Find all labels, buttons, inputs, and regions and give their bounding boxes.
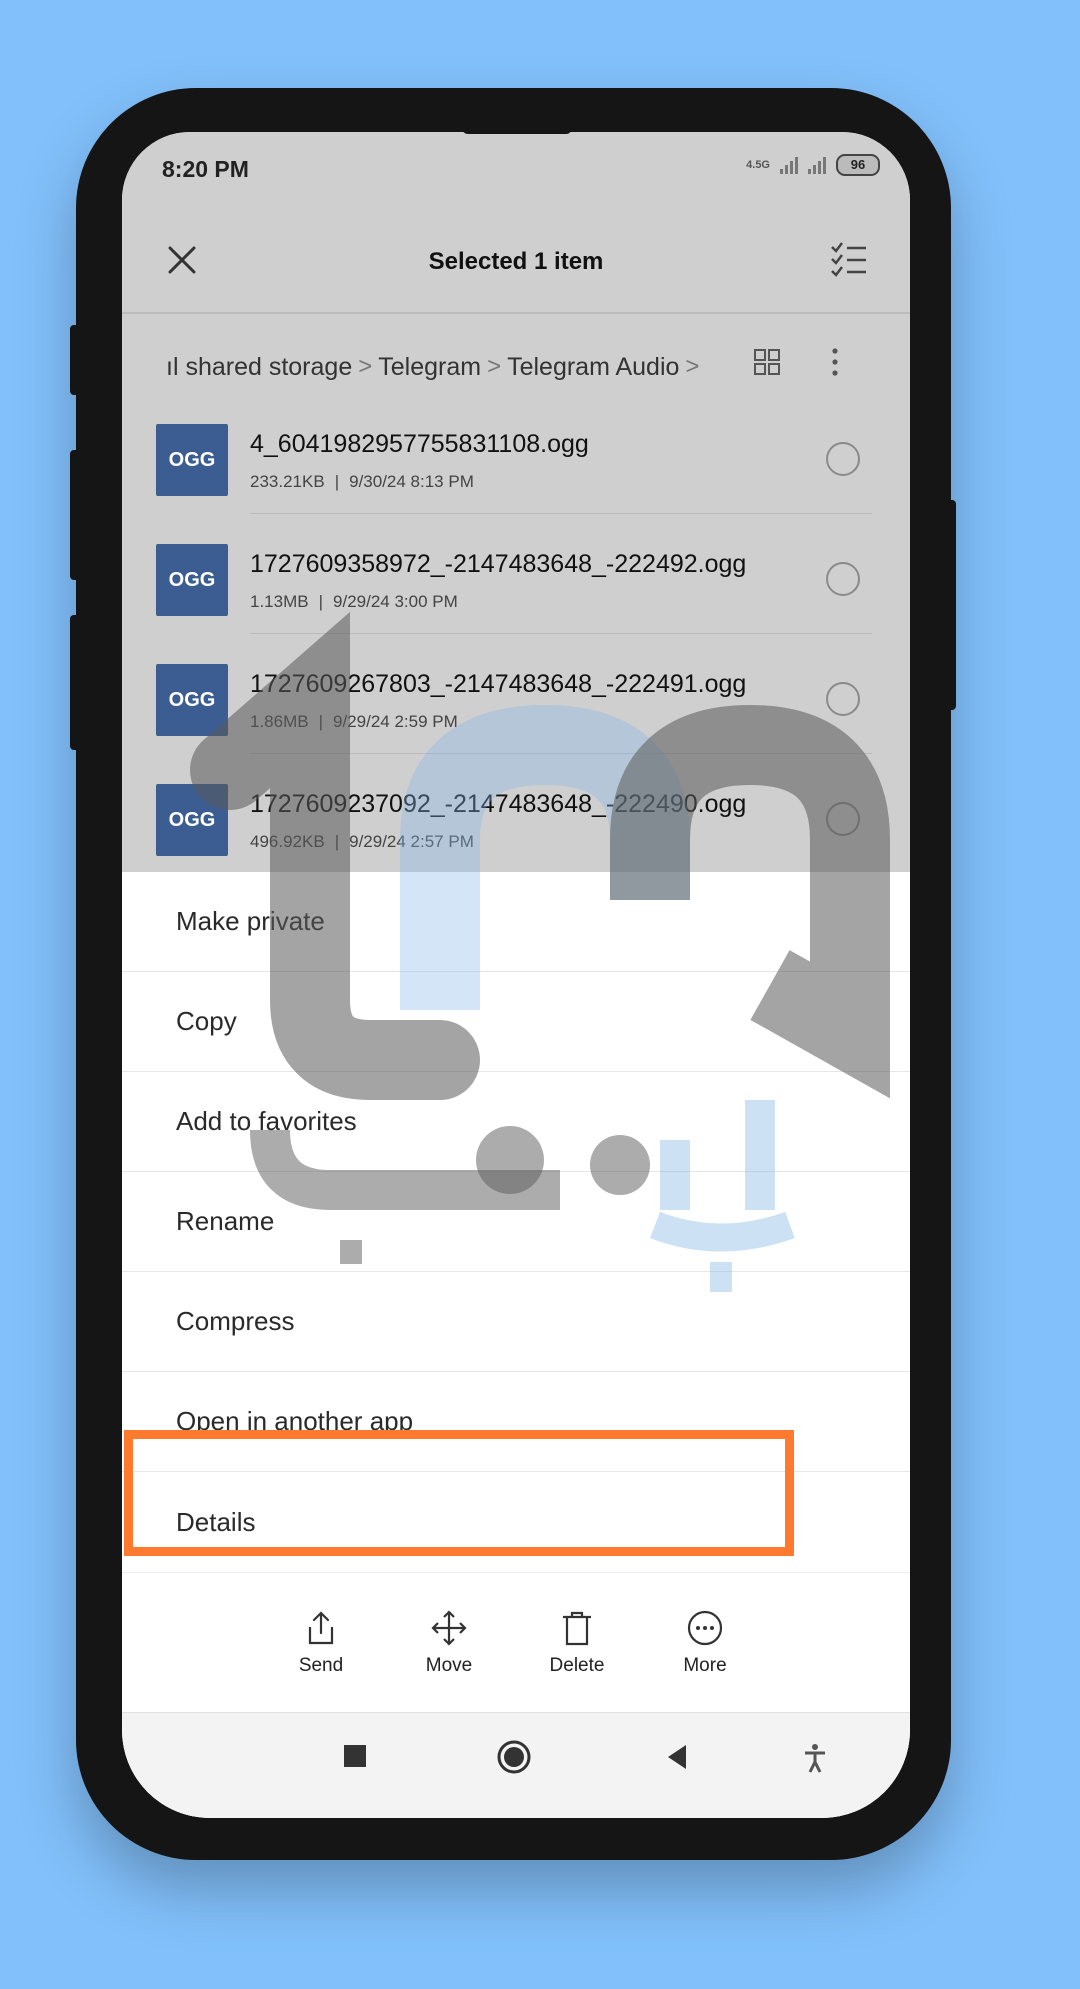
bottom-action-bar: Send Move Delete More [122, 1572, 910, 1713]
breadcrumb: ıl shared storage > Telegram > Telegram … [166, 342, 726, 392]
square-icon [344, 1745, 366, 1767]
move-button[interactable]: Move [394, 1609, 504, 1677]
system-navigation-bar [122, 1712, 910, 1818]
file-size: 496.92KB [250, 832, 325, 851]
menu-item-rename[interactable]: Rename [122, 1172, 910, 1272]
send-label: Send [298, 1655, 344, 1676]
file-date: 9/29/24 2:57 PM [349, 832, 474, 851]
menu-item-make-private[interactable]: Make private [122, 872, 910, 972]
page-title: Selected 1 item [428, 248, 604, 275]
context-menu-sheet: Make private Copy Add to favorites Renam… [122, 872, 910, 1818]
meta-separator: | [334, 472, 340, 491]
file-meta: 1.86MB | 9/29/24 2:59 PM [250, 712, 458, 732]
select-radio[interactable] [826, 442, 860, 476]
ogg-file-icon: OGG [156, 784, 228, 856]
file-row[interactable]: OGG 1727609358972_-2147483648_-222492.og… [122, 514, 910, 634]
select-radio[interactable] [826, 562, 860, 596]
breadcrumb-item[interactable]: ıl shared storage [166, 353, 352, 382]
phone-side-button [70, 615, 80, 750]
more-button[interactable]: More [650, 1609, 760, 1677]
move-icon [431, 1610, 467, 1646]
breadcrumb-separator: > [487, 353, 502, 380]
kebab-menu-icon [832, 348, 838, 376]
status-icons: 4.5G 96 [746, 154, 880, 176]
breadcrumb-separator: > [358, 353, 373, 380]
file-size: 1.86MB [250, 712, 309, 731]
file-date: 9/29/24 2:59 PM [333, 712, 458, 731]
file-list: OGG 4_6041982957755831108.ogg 233.21KB | 9… [122, 394, 910, 874]
file-size: 233.21KB [250, 472, 325, 491]
more-label: More [683, 1655, 727, 1676]
meta-separator: | [334, 832, 340, 851]
dimmed-background: 8:20 PM 4.5G 96 Selected 1 item ıl share… [122, 132, 910, 872]
battery-icon: 96 [836, 154, 880, 176]
grid-icon [754, 349, 780, 375]
accessibility-icon [805, 1744, 825, 1773]
file-row[interactable]: OGG 4_6041982957755831108.ogg 233.21KB | 9… [122, 394, 910, 514]
breadcrumb-separator: > [685, 353, 700, 380]
file-name: 1727609237092_-2147483648_-222490.ogg [250, 790, 747, 818]
grid-view-button[interactable] [752, 347, 782, 377]
phone-notch [462, 126, 572, 134]
screen: 8:20 PM 4.5G 96 Selected 1 item ıl share… [122, 132, 910, 1818]
file-date: 9/30/24 8:13 PM [349, 472, 474, 491]
menu-item-add-to-favorites[interactable]: Add to favorites [122, 1072, 910, 1172]
menu-item-open-in-another-app[interactable]: Open in another app [122, 1372, 910, 1472]
select-radio[interactable] [826, 682, 860, 716]
checklist-icon [831, 242, 866, 277]
delete-label: Delete [549, 1655, 605, 1676]
file-meta: 496.92KB | 9/29/24 2:57 PM [250, 832, 474, 852]
more-icon [687, 1610, 723, 1646]
status-bar: 8:20 PM 4.5G 96 [122, 132, 910, 202]
back-triangle-icon [668, 1745, 686, 1769]
phone-side-button [70, 325, 80, 395]
file-row[interactable]: OGG 1727609237092_-2147483648_-222490.og… [122, 754, 910, 874]
back-button[interactable] [664, 1743, 690, 1776]
network-type: 4.5G [746, 159, 770, 171]
status-time: 8:20 PM [162, 156, 249, 182]
phone-side-button [946, 500, 956, 710]
menu-item-copy[interactable]: Copy [122, 972, 910, 1072]
file-size: 1.13MB [250, 592, 309, 611]
signal-icon [808, 156, 826, 174]
breadcrumb-item[interactable]: Telegram [378, 353, 481, 382]
more-options-button[interactable] [828, 344, 842, 380]
file-name: 1727609267803_-2147483648_-222491.ogg [250, 670, 747, 698]
send-button[interactable]: Send [266, 1609, 376, 1677]
header-divider [122, 312, 910, 314]
selection-toolbar: Selected 1 item [122, 212, 910, 312]
recents-button[interactable] [342, 1743, 368, 1774]
accessibility-button[interactable] [802, 1743, 828, 1778]
file-meta: 233.21KB | 9/30/24 8:13 PM [250, 472, 474, 492]
breadcrumb-item[interactable]: Telegram Audio [507, 353, 679, 382]
signal-icon [780, 156, 798, 174]
share-icon [308, 1611, 334, 1645]
file-date: 9/29/24 3:00 PM [333, 592, 458, 611]
home-button[interactable] [496, 1739, 532, 1780]
file-meta: 1.13MB | 9/29/24 3:00 PM [250, 592, 458, 612]
menu-item-details[interactable]: Details [122, 1472, 910, 1572]
select-radio[interactable] [826, 802, 860, 836]
file-row[interactable]: OGG 1727609267803_-2147483648_-222491.og… [122, 634, 910, 754]
move-label: Move [425, 1655, 473, 1676]
trash-icon [563, 1611, 591, 1646]
home-circle-icon [497, 1740, 531, 1774]
menu-item-compress[interactable]: Compress [122, 1272, 910, 1372]
file-name: 1727609358972_-2147483648_-222492.ogg [250, 550, 747, 578]
ogg-file-icon: OGG [156, 544, 228, 616]
meta-separator: | [318, 592, 324, 611]
meta-separator: | [318, 712, 324, 731]
ogg-file-icon: OGG [156, 664, 228, 736]
ogg-file-icon: OGG [156, 424, 228, 496]
select-all-button[interactable] [828, 238, 870, 280]
delete-button[interactable]: Delete [522, 1609, 632, 1677]
file-name: 4_6041982957755831108.ogg [250, 430, 589, 458]
phone-side-button [70, 450, 80, 580]
